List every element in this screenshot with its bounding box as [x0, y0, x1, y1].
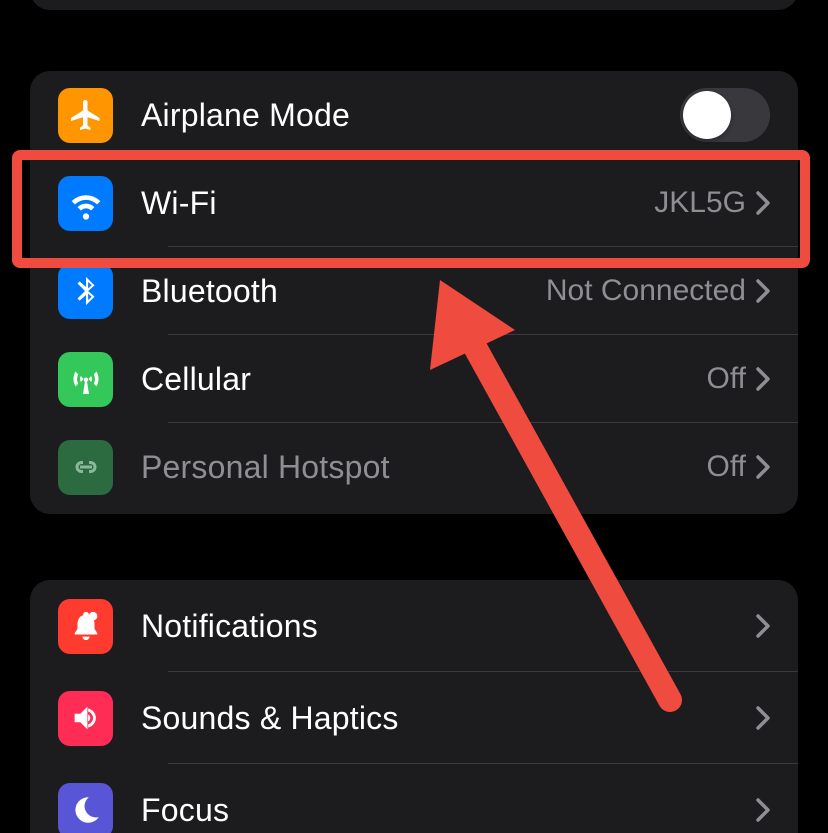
settings-screen: Airplane Mode Wi-Fi JKL5G Bluetooth Not … — [0, 0, 828, 833]
network-settings-group: Airplane Mode Wi-Fi JKL5G Bluetooth Not … — [30, 71, 798, 514]
hotspot-value: Off — [707, 450, 746, 484]
wifi-row[interactable]: Wi-Fi JKL5G — [30, 159, 798, 247]
notifications-label: Notifications — [141, 608, 318, 645]
chevron-right-icon — [756, 706, 770, 730]
bluetooth-value: Not Connected — [546, 274, 746, 308]
focus-label: Focus — [141, 792, 229, 829]
previous-group-peek — [30, 0, 798, 10]
sounds-row[interactable]: Sounds & Haptics — [30, 672, 798, 764]
chevron-right-icon — [756, 367, 770, 391]
focus-icon — [58, 783, 113, 833]
notifications-settings-group: Notifications Sounds & Haptics Focus — [30, 580, 798, 833]
hotspot-label: Personal Hotspot — [141, 449, 390, 486]
cellular-value: Off — [707, 362, 746, 396]
wifi-icon — [58, 176, 113, 231]
cellular-icon — [58, 352, 113, 407]
sounds-label: Sounds & Haptics — [141, 700, 399, 737]
chevron-right-icon — [756, 614, 770, 638]
cellular-row[interactable]: Cellular Off — [30, 335, 798, 423]
cellular-label: Cellular — [141, 361, 251, 398]
bluetooth-icon — [58, 264, 113, 319]
notifications-icon — [58, 599, 113, 654]
chevron-right-icon — [756, 798, 770, 822]
airplane-mode-row[interactable]: Airplane Mode — [30, 71, 798, 159]
airplane-mode-toggle[interactable] — [680, 88, 770, 142]
chevron-right-icon — [756, 279, 770, 303]
personal-hotspot-row[interactable]: Personal Hotspot Off — [30, 423, 798, 511]
bluetooth-label: Bluetooth — [141, 273, 278, 310]
focus-row[interactable]: Focus — [30, 764, 798, 833]
airplane-icon — [58, 88, 113, 143]
sounds-icon — [58, 691, 113, 746]
bluetooth-row[interactable]: Bluetooth Not Connected — [30, 247, 798, 335]
wifi-label: Wi-Fi — [141, 185, 217, 222]
hotspot-icon — [58, 440, 113, 495]
notifications-row[interactable]: Notifications — [30, 580, 798, 672]
airplane-mode-label: Airplane Mode — [141, 97, 350, 134]
chevron-right-icon — [756, 191, 770, 215]
wifi-value: JKL5G — [654, 186, 746, 220]
chevron-right-icon — [756, 455, 770, 479]
